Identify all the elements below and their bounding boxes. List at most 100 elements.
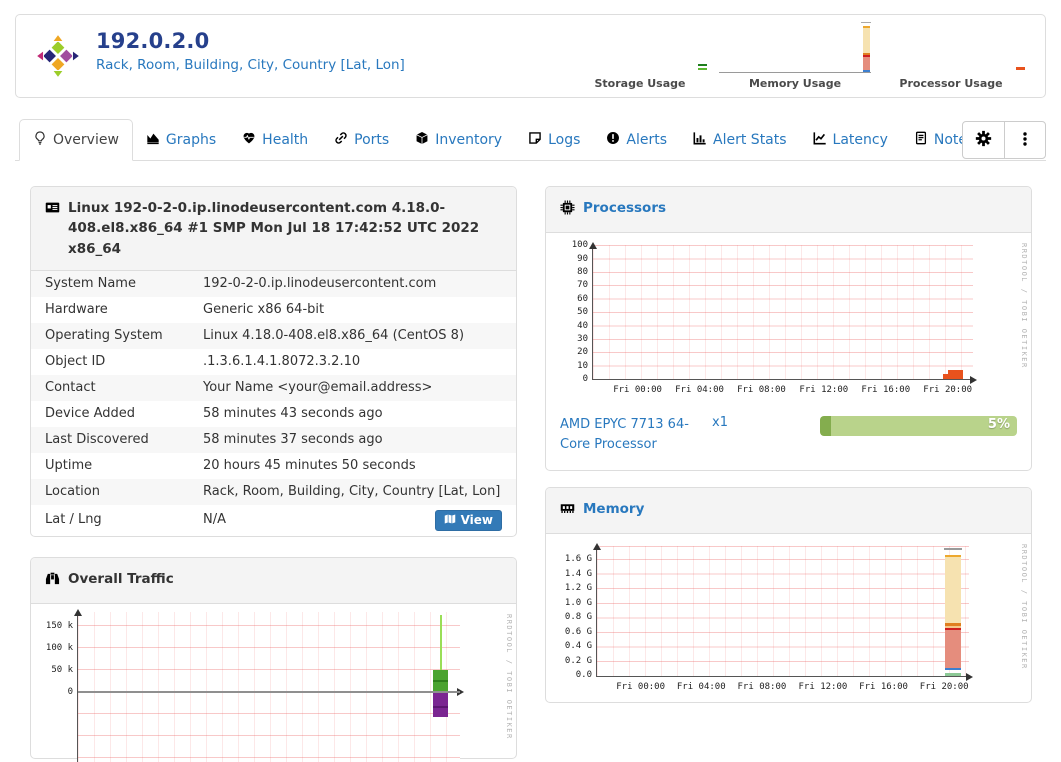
storage-sparkline-canvas bbox=[561, 21, 719, 75]
cpu-count[interactable]: x1 bbox=[712, 415, 820, 430]
y-tick: 70 bbox=[577, 280, 588, 291]
row-label: Object ID bbox=[45, 353, 106, 369]
device-tabs: Overview Graphs Health Ports Inventory L… bbox=[15, 119, 1046, 161]
table-row: Object ID .1.3.6.1.4.1.8072.3.2.10 bbox=[31, 349, 516, 375]
y-tick: 80 bbox=[577, 267, 588, 278]
cpu-usage-row: AMD EPYC 7713 64-Core Processor x1 5% bbox=[546, 405, 1031, 469]
processor-usage-graph[interactable]: 100 90 80 70 60 50 40 30 20 10 0 Fri 00:… bbox=[546, 233, 1031, 405]
device-title[interactable]: 192.0.2.0 bbox=[96, 29, 405, 53]
tab-overview[interactable]: Overview bbox=[19, 119, 133, 161]
x-tick: Fri 12:00 bbox=[799, 385, 849, 396]
y-tick: 150 k bbox=[45, 621, 73, 632]
memory-usage-graph[interactable]: 1.6 G 1.4 G 1.2 G 1.0 G 0.8 G 0.6 G 0.4 … bbox=[546, 534, 1031, 702]
y-tick: 0 bbox=[582, 374, 588, 385]
table-row: Hardware Generic x86 64-bit bbox=[31, 297, 516, 323]
y-tick: 0.4 G bbox=[564, 641, 592, 652]
cpu-usage-bar: 5% bbox=[820, 416, 1017, 437]
table-row: Operating System Linux 4.18.0-408.el8.x86… bbox=[31, 322, 516, 349]
tab-alerts[interactable]: Alerts bbox=[593, 119, 680, 160]
storage-usage-label: Storage Usage bbox=[594, 77, 686, 90]
binoculars-icon bbox=[45, 569, 60, 592]
file-lines-icon bbox=[914, 131, 928, 149]
table-row: Last Discovered 58 minutes 37 seconds ago bbox=[31, 426, 516, 453]
view-button-label: View bbox=[460, 513, 493, 528]
y-tick: 0.6 G bbox=[564, 626, 592, 637]
link-icon bbox=[334, 131, 348, 149]
tab-label: Latency bbox=[832, 131, 888, 148]
table-row-lat-lng: Lat / Lng N/A View bbox=[31, 505, 516, 536]
x-tick: Fri 20:00 bbox=[919, 682, 969, 693]
memory-title-link[interactable]: Memory bbox=[583, 499, 644, 519]
tab-label: Logs bbox=[548, 131, 581, 148]
tab-label: Ports bbox=[354, 131, 390, 148]
y-tick: 50 bbox=[577, 307, 588, 318]
x-tick: Fri 00:00 bbox=[616, 682, 666, 693]
device-location-link[interactable]: Rack, Room, Building, City, Country [Lat… bbox=[96, 57, 405, 73]
table-row: Device Added 58 minutes 43 seconds ago bbox=[31, 401, 516, 427]
table-row: Location Rack, Room, Building, City, Coun… bbox=[31, 478, 516, 505]
x-tick: Fri 00:00 bbox=[613, 385, 662, 396]
microchip-icon bbox=[560, 198, 575, 221]
memory-panel: Memory 1.6 G 1.4 G 1.2 G 1.0 G 0.8 G 0.6… bbox=[545, 487, 1032, 704]
table-row: Contact Your Name <your@email.address> bbox=[31, 374, 516, 401]
x-tick: Fri 08:00 bbox=[737, 385, 786, 396]
storage-usage-sparkline[interactable]: Storage Usage bbox=[561, 21, 719, 90]
system-table: System Name 192-0-2-0.ip.linodeuserconten… bbox=[31, 270, 516, 536]
y-tick: 0.2 G bbox=[564, 655, 592, 666]
device-settings-button[interactable] bbox=[963, 122, 1004, 158]
cube-icon bbox=[415, 131, 429, 149]
line-chart-icon bbox=[813, 131, 827, 149]
y-tick: 1.4 G bbox=[564, 568, 592, 579]
row-label: System Name bbox=[45, 275, 136, 291]
address-card-icon bbox=[45, 198, 60, 221]
row-value: .1.3.6.1.4.1.8072.3.2.10 bbox=[203, 353, 361, 369]
memory-usage-label: Memory Usage bbox=[748, 77, 842, 90]
processor-usage-sparkline[interactable]: Processor Usage bbox=[871, 21, 1031, 90]
memory-usage-sparkline[interactable]: Memory Usage bbox=[719, 21, 871, 90]
processor-usage-label: Processor Usage bbox=[899, 77, 1003, 90]
row-label: Hardware bbox=[45, 301, 108, 317]
tab-label: Alerts bbox=[626, 131, 668, 148]
system-panel-header: Linux 192-0-2-0.ip.linodeusercontent.com… bbox=[31, 187, 516, 271]
exclamation-circle-icon bbox=[606, 131, 620, 149]
y-tick: 20 bbox=[577, 347, 588, 358]
row-value: Your Name <your@email.address> bbox=[203, 379, 433, 395]
y-tick: 100 k bbox=[45, 643, 73, 654]
x-tick: Fri 16:00 bbox=[859, 682, 908, 693]
tab-alert-stats[interactable]: Alert Stats bbox=[680, 119, 800, 160]
processors-panel: Processors 100 90 80 70 60 50 40 30 20 1… bbox=[545, 186, 1032, 471]
processors-panel-header: Processors bbox=[546, 187, 1031, 234]
y-tick: 0.0 bbox=[575, 670, 592, 681]
system-title: Linux 192-0-2-0.ip.linodeusercontent.com… bbox=[68, 200, 480, 257]
cpu-name-link[interactable]: AMD EPYC 7713 64-Core Processor bbox=[560, 415, 700, 455]
tab-health[interactable]: Health bbox=[229, 119, 321, 160]
row-label: Location bbox=[45, 483, 100, 499]
cpu-usage-percent: 5% bbox=[987, 417, 1010, 433]
row-label: Uptime bbox=[45, 457, 93, 473]
memory-panel-header: Memory bbox=[546, 488, 1031, 535]
tab-latency[interactable]: Latency bbox=[800, 119, 901, 160]
tab-logs[interactable]: Logs bbox=[515, 119, 593, 160]
table-row: Uptime 20 hours 45 minutes 50 seconds bbox=[31, 453, 516, 479]
y-tick: 10 bbox=[577, 360, 588, 371]
row-label: Device Added bbox=[45, 405, 136, 421]
header-mini-graphs: Storage Usage Memory Usage Processor Usa… bbox=[561, 21, 1031, 90]
lightbulb-icon bbox=[33, 131, 47, 149]
tab-label: Graphs bbox=[165, 131, 217, 148]
tab-label: Alert Stats bbox=[713, 131, 787, 148]
x-tick: Fri 20:00 bbox=[923, 385, 973, 396]
more-actions-button[interactable] bbox=[1004, 122, 1045, 158]
y-tick: 1.2 G bbox=[564, 583, 592, 594]
rrdtool-watermark: RRDTOOL / TOBI OETIKER bbox=[505, 614, 513, 740]
y-tick: 0.8 G bbox=[564, 612, 592, 623]
view-map-button[interactable]: View bbox=[434, 509, 502, 531]
tab-graphs[interactable]: Graphs bbox=[133, 119, 229, 160]
row-value: Rack, Room, Building, City, Country [Lat… bbox=[203, 483, 501, 499]
traffic-title: Overall Traffic bbox=[68, 571, 174, 587]
processors-title-link[interactable]: Processors bbox=[583, 198, 666, 218]
rrdtool-watermark: RRDTOOL / TOBI OETIKER bbox=[1020, 544, 1028, 670]
overall-traffic-graph[interactable]: 150 k 100 k 50 k 0 RRDTOOL / TOBI OETIKE… bbox=[31, 604, 516, 762]
tab-inventory[interactable]: Inventory bbox=[402, 119, 515, 160]
tab-ports[interactable]: Ports bbox=[321, 119, 402, 160]
memory-sparkline-canvas bbox=[719, 21, 871, 75]
